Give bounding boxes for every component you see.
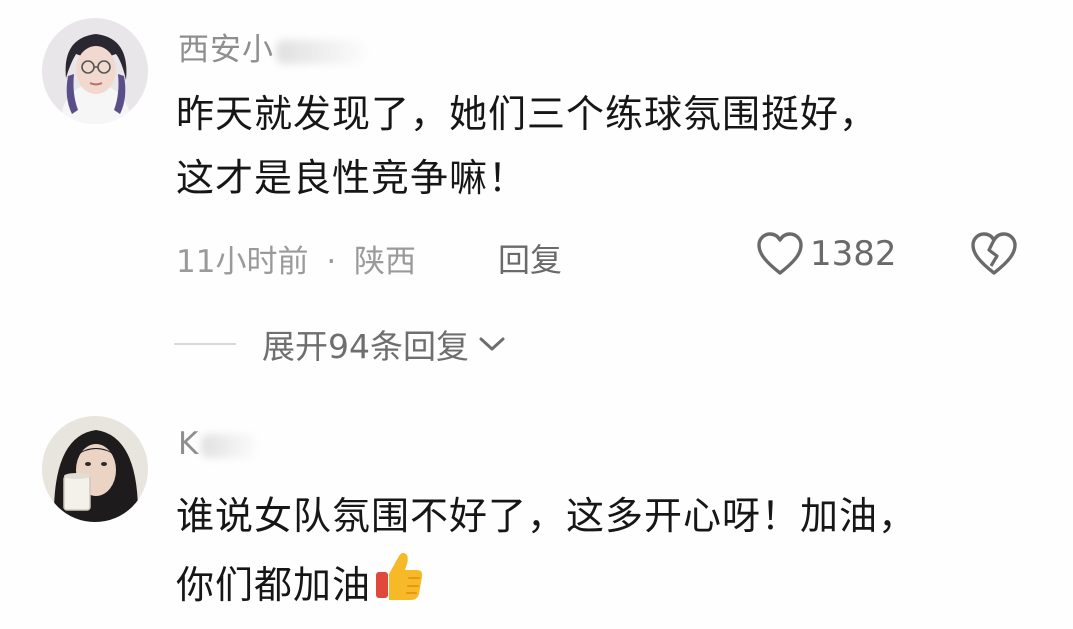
avatar[interactable] [42, 18, 148, 124]
username[interactable]: K [178, 426, 258, 462]
blurred-name [201, 433, 258, 458]
dislike-button[interactable] [970, 232, 1018, 280]
reply-button[interactable]: 回复 [498, 235, 562, 281]
comment-line: 昨天就发现了，她们三个练球氛围挺好， [176, 92, 879, 136]
comment-body: 昨天就发现了，她们三个练球氛围挺好， 这才是良性竞争嘛！ [176, 82, 878, 210]
timestamp: 11小时前 [176, 244, 309, 280]
like-button[interactable]: 1382 [756, 232, 897, 276]
meta-separator: · [326, 244, 337, 280]
username-text: K [178, 426, 200, 462]
chevron-down-icon [479, 337, 505, 351]
comment-line-text: 你们都加油 [176, 563, 372, 607]
heart-outline-icon [757, 232, 803, 275]
avatar[interactable] [42, 416, 148, 522]
comment-line: 你们都加油 [176, 548, 917, 623]
username[interactable]: 西安小 [178, 24, 366, 69]
like-count: 1382 [810, 234, 897, 274]
comment-line: 这才是良性竞争嘛！ [176, 156, 528, 200]
broken-heart-icon [971, 232, 1017, 275]
thumbs-up-icon [373, 548, 425, 623]
location: 陕西 [354, 244, 417, 280]
comment-body: 谁说女队氛围不好了，这多开心呀！加油， 你们都加油 [176, 484, 917, 623]
comment-meta: 11小时前 · 陕西 [176, 236, 416, 281]
comment-list: 西安小 昨天就发现了，她们三个练球氛围挺好， 这才是良性竞争嘛！ 11小时前 ·… [0, 0, 1073, 629]
blurred-name [276, 39, 366, 64]
comment-line: 谁说女队氛围不好了，这多开心呀！加油， [176, 494, 918, 538]
expand-replies-label: 展开94条回复 [262, 327, 469, 366]
expand-replies-button[interactable]: 展开94条回复 [174, 320, 507, 368]
divider-line [174, 343, 236, 345]
username-text: 西安小 [178, 32, 274, 68]
